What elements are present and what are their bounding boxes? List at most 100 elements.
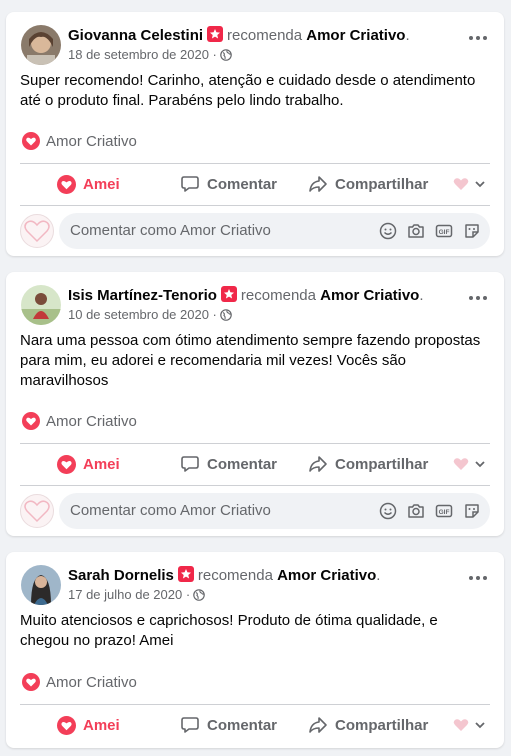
- comment-label: Comentar: [207, 716, 278, 734]
- recommend-star-icon: [207, 26, 224, 42]
- love-button[interactable]: Amei: [57, 446, 120, 482]
- page-name-link[interactable]: Amor Criativo: [306, 27, 405, 44]
- post-text: Nara uma pessoa com ótimo atendimento se…: [20, 332, 481, 389]
- post-header: Sarah Dornelis recomenda Amor Criativo. 1…: [20, 562, 490, 606]
- recommend-star-icon: [220, 286, 237, 302]
- author-name[interactable]: Sarah Dornelis: [68, 567, 174, 584]
- recommend-star-icon: [177, 566, 194, 582]
- post-author-line: Giovanna Celestini recomenda Amor Criativ…: [68, 26, 410, 44]
- heart-icon: [57, 174, 76, 194]
- divider: [20, 205, 490, 206]
- share-label: Compartilhar: [335, 175, 429, 193]
- composer-tools: GIF: [378, 501, 482, 521]
- comment-placeholder: Comentar como Amor Criativo: [70, 502, 271, 519]
- page-avatar: [20, 494, 54, 528]
- author-name[interactable]: Isis Martínez-Tenorio: [68, 287, 217, 304]
- recommended-page-tag[interactable]: Amor Criativo: [22, 132, 137, 154]
- comment-label: Comentar: [207, 455, 278, 473]
- post-author-line: Sarah Dornelis recomenda Amor Criativo.: [68, 566, 381, 584]
- author-avatar[interactable]: [21, 565, 61, 605]
- emoji-icon[interactable]: [378, 221, 398, 241]
- post-header: Isis Martínez-Tenorio recomenda Amor Cria…: [20, 282, 490, 326]
- post-date[interactable]: 18 de setembro de 2020: [68, 47, 209, 62]
- heart-icon: [22, 673, 40, 695]
- heart-icon: [57, 454, 76, 474]
- globe-icon: [220, 49, 232, 64]
- camera-icon[interactable]: [406, 221, 426, 241]
- action-bar: Amei Comentar Compartilhar: [20, 446, 490, 482]
- heart-icon: [57, 715, 76, 735]
- more-options-icon[interactable]: [466, 566, 490, 590]
- love-label: Amei: [83, 175, 120, 193]
- review-post-1: Giovanna Celestini recomenda Amor Criativ…: [6, 12, 504, 256]
- divider: [20, 443, 490, 444]
- share-icon: [309, 717, 327, 733]
- recommend-text: recomenda: [240, 287, 316, 304]
- svg-text:GIF: GIF: [439, 509, 450, 516]
- more-options-icon[interactable]: [466, 286, 490, 310]
- globe-icon: [220, 309, 232, 324]
- heart-icon: [22, 412, 40, 434]
- share-button[interactable]: Compartilhar: [308, 707, 428, 743]
- share-icon: [309, 176, 327, 192]
- post-date-line: 18 de setembro de 2020 ·: [68, 47, 232, 64]
- gif-icon[interactable]: GIF: [434, 221, 454, 241]
- share-button[interactable]: Compartilhar: [308, 446, 428, 482]
- sticker-icon[interactable]: [462, 501, 482, 521]
- divider: [20, 704, 490, 705]
- share-label: Compartilhar: [335, 716, 429, 734]
- post-date[interactable]: 17 de julho de 2020: [68, 587, 182, 602]
- share-icon: [309, 456, 327, 472]
- love-label: Amei: [83, 455, 120, 473]
- post-text: Super recomendo! Carinho, atenção e cuid…: [20, 72, 476, 109]
- author-avatar[interactable]: [21, 25, 61, 65]
- action-bar: Amei Comentar Compartilhar: [20, 166, 490, 202]
- recommend-text: recomenda: [227, 27, 303, 44]
- reaction-selector-icon[interactable]: [452, 446, 486, 482]
- action-bar: Amei Comentar Compartilhar: [20, 707, 490, 743]
- composer-tools: GIF: [378, 221, 482, 241]
- page-name-link[interactable]: Amor Criativo: [320, 287, 419, 304]
- page-avatar: [20, 214, 54, 248]
- comment-button[interactable]: Comentar: [180, 707, 277, 743]
- recommended-page-tag[interactable]: Amor Criativo: [22, 412, 137, 434]
- comment-input[interactable]: Comentar como Amor Criativo GIF: [59, 493, 490, 529]
- recommend-text: recomenda: [197, 567, 273, 584]
- comment-icon: [181, 717, 199, 733]
- tag-page-name: Amor Criativo: [46, 413, 137, 430]
- reaction-selector-icon[interactable]: [452, 166, 486, 202]
- author-name[interactable]: Giovanna Celestini: [68, 27, 203, 44]
- camera-icon[interactable]: [406, 501, 426, 521]
- share-button[interactable]: Compartilhar: [308, 166, 428, 202]
- post-header: Giovanna Celestini recomenda Amor Criativ…: [20, 22, 490, 66]
- comment-placeholder: Comentar como Amor Criativo: [70, 222, 271, 239]
- love-label: Amei: [83, 716, 120, 734]
- more-options-icon[interactable]: [466, 26, 490, 50]
- reaction-selector-icon[interactable]: [452, 707, 486, 743]
- love-button[interactable]: Amei: [57, 707, 120, 743]
- sticker-icon[interactable]: [462, 221, 482, 241]
- comment-icon: [181, 456, 199, 472]
- comment-label: Comentar: [207, 175, 278, 193]
- comment-icon: [181, 176, 199, 192]
- comment-button[interactable]: Comentar: [180, 446, 277, 482]
- review-post-3: Sarah Dornelis recomenda Amor Criativo. 1…: [6, 552, 504, 748]
- divider: [20, 163, 490, 164]
- gif-icon[interactable]: GIF: [434, 501, 454, 521]
- love-button[interactable]: Amei: [57, 166, 120, 202]
- recommended-page-tag[interactable]: Amor Criativo: [22, 673, 137, 695]
- svg-text:GIF: GIF: [439, 229, 450, 236]
- author-avatar[interactable]: [21, 285, 61, 325]
- post-text: Muito atenciosos e caprichosos! Produto …: [20, 612, 438, 649]
- emoji-icon[interactable]: [378, 501, 398, 521]
- tag-page-name: Amor Criativo: [46, 674, 137, 691]
- globe-icon: [193, 589, 205, 604]
- comment-button[interactable]: Comentar: [180, 166, 277, 202]
- post-date-line: 17 de julho de 2020 ·: [68, 587, 205, 604]
- post-date[interactable]: 10 de setembro de 2020: [68, 307, 209, 322]
- post-date-line: 10 de setembro de 2020 ·: [68, 307, 232, 324]
- heart-icon: [22, 132, 40, 154]
- comment-input[interactable]: Comentar como Amor Criativo GIF: [59, 213, 490, 249]
- page-name-link[interactable]: Amor Criativo: [277, 567, 376, 584]
- comment-composer: Comentar como Amor Criativo GIF: [20, 213, 490, 249]
